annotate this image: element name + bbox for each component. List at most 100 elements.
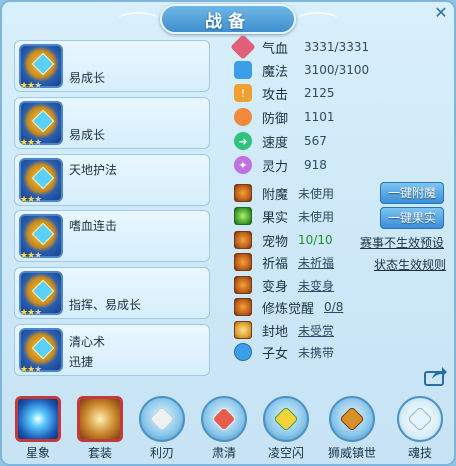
stat-label: 防御 xyxy=(262,111,289,127)
row-label: 子女 xyxy=(262,346,289,362)
armor-icon xyxy=(77,396,123,442)
preset-link[interactable]: 赛事不生效预设 xyxy=(360,234,444,251)
row-label: 宠物 xyxy=(262,234,289,250)
row-value: 未使用 xyxy=(298,209,335,224)
row-fief[interactable]: 封地 未受赏 xyxy=(234,320,334,340)
mana-icon xyxy=(234,61,252,79)
paw-icon xyxy=(234,343,252,361)
attack-icon: ! xyxy=(234,84,252,102)
stat-value: 3100/3100 xyxy=(304,63,370,77)
stat-label: 魔法 xyxy=(262,64,289,80)
equipment-item-3[interactable]: ★★★ 天地护法 xyxy=(14,154,210,206)
transform-icon xyxy=(234,276,252,294)
star-rating: ★★★ xyxy=(20,138,42,148)
stat-spirit: ✦ 灵力 918 xyxy=(234,155,327,175)
tab-astrology[interactable]: 星象 xyxy=(14,396,62,461)
pet-icon xyxy=(234,231,252,249)
item-skill-line1: 天地护法 xyxy=(69,163,118,177)
one-click-fruit-button[interactable]: 一键果实 xyxy=(380,207,444,229)
tab-label: 狮威镇世 xyxy=(328,446,377,460)
equipment-item-5[interactable]: ★★★ 指挥、易成长 xyxy=(14,267,210,319)
stat-hp: 气血 3331/3331 xyxy=(230,34,370,60)
row-label: 附魔 xyxy=(262,187,289,203)
soul-skill-icon xyxy=(397,396,443,442)
row-enchant: 附魔 未使用 xyxy=(234,183,334,203)
star-orb-icon xyxy=(15,396,61,442)
row-cultivation[interactable]: 修炼觉醒 0/8 xyxy=(234,297,343,317)
purge-skill-icon xyxy=(201,396,247,442)
tab-label: 星象 xyxy=(25,446,50,460)
fief-icon xyxy=(234,321,252,339)
stat-defense: 防御 1101 xyxy=(234,107,335,127)
tab-label: 套装 xyxy=(87,446,112,460)
cultivation-icon xyxy=(234,298,252,316)
equipment-item-2[interactable]: ★★★ 易成长 xyxy=(14,97,210,149)
item-skill-line2: 易成长 xyxy=(69,71,106,85)
tab-suit[interactable]: 套装 xyxy=(76,396,124,461)
equipment-item-4[interactable]: ★★★ 嗜血连击 xyxy=(14,210,210,262)
one-click-enchant-button[interactable]: 一键附魔 xyxy=(380,182,444,204)
tab-label: 凌空闪 xyxy=(267,446,304,460)
close-icon[interactable]: ✕ xyxy=(432,4,450,22)
row-value[interactable]: 0/8 xyxy=(324,300,343,314)
spirit-icon: ✦ xyxy=(234,156,252,174)
star-rating: ★★★ xyxy=(20,251,42,261)
row-pet: 宠物 10/10 xyxy=(234,230,333,250)
title-bar: 战备 xyxy=(160,4,296,34)
stat-label: 速度 xyxy=(262,135,289,151)
item-skill-line2: 易成长 xyxy=(69,128,106,142)
stat-value: 1101 xyxy=(304,110,335,124)
flash-skill-icon xyxy=(263,396,309,442)
heart-icon xyxy=(230,34,256,60)
defense-icon xyxy=(234,108,252,126)
status-rules-link[interactable]: 状态生效规则 xyxy=(374,256,446,273)
tab-blade[interactable]: 利刃 xyxy=(138,396,186,461)
stat-attack: ! 攻击 2125 xyxy=(234,83,335,103)
row-value[interactable]: 未变身 xyxy=(298,277,334,294)
stat-label: 灵力 xyxy=(262,159,289,175)
item-skill-line1: 清心术 xyxy=(69,335,106,349)
lion-skill-icon xyxy=(329,396,375,442)
row-fruit: 果实 未使用 xyxy=(234,206,334,226)
row-blessing[interactable]: 祈福 未祈福 xyxy=(234,252,334,272)
enchant-icon xyxy=(234,184,252,202)
row-label: 封地 xyxy=(262,324,289,340)
tab-lion-might[interactable]: 狮威镇世 xyxy=(328,396,376,461)
row-label: 变身 xyxy=(262,279,289,295)
row-value[interactable]: 未祈福 xyxy=(298,254,334,271)
stat-mp: 魔法 3100/3100 xyxy=(234,60,369,80)
equipment-item-1[interactable]: ★★★ 易成长 xyxy=(14,40,210,92)
tab-label: 魂技 xyxy=(407,446,432,460)
stat-value: 567 xyxy=(304,134,327,148)
stat-speed: ➜ 速度 567 xyxy=(234,131,327,151)
tab-purge[interactable]: 肃清 xyxy=(200,396,248,461)
row-value[interactable]: 未受赏 xyxy=(298,322,334,339)
row-transform[interactable]: 变身 未变身 xyxy=(234,275,334,295)
blade-skill-icon xyxy=(139,396,185,442)
star-rating: ★★★ xyxy=(20,365,42,375)
share-icon[interactable] xyxy=(424,366,448,386)
equipment-item-6[interactable]: ★★★ 清心术 迅捷 xyxy=(14,324,210,376)
star-rating: ★★★ xyxy=(20,308,42,318)
pet-count: 10/10 xyxy=(298,233,333,247)
speed-icon: ➜ xyxy=(234,132,252,150)
tab-label: 利刃 xyxy=(149,446,174,460)
tab-label: 肃清 xyxy=(211,446,236,460)
row-label: 果实 xyxy=(262,210,289,226)
star-rating: ★★★ xyxy=(20,81,42,91)
row-value: 未携带 xyxy=(298,345,335,360)
stat-value: 918 xyxy=(304,158,327,172)
page-title: 战备 xyxy=(205,11,251,32)
tab-aerial-flash[interactable]: 凌空闪 xyxy=(262,396,310,461)
item-skill-line1: 嗜血连击 xyxy=(69,219,118,233)
stat-label: 气血 xyxy=(262,41,289,57)
item-skill-line2: 指挥、易成长 xyxy=(69,298,142,312)
row-label: 祈福 xyxy=(262,256,289,272)
title-ornament-left xyxy=(118,12,158,26)
title-ornament-right xyxy=(298,12,338,26)
blessing-icon xyxy=(234,253,252,271)
stat-value: 3331/3331 xyxy=(304,40,370,54)
star-rating: ★★★ xyxy=(20,195,42,205)
tab-soul-skill[interactable]: 魂技 xyxy=(396,396,444,461)
item-skill-line2: 迅捷 xyxy=(69,355,94,369)
